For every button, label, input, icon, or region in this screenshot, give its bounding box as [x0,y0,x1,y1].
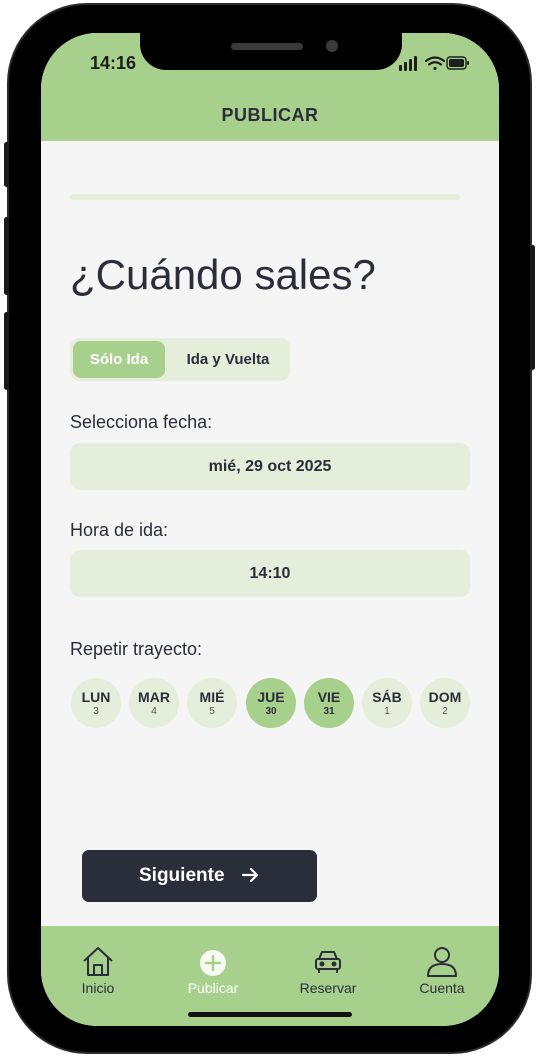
power-button [530,245,535,370]
tab-label: Inicio [81,980,115,996]
home-icon [83,947,113,976]
car-icon [315,951,341,973]
trip-type-one-way[interactable]: Sólo Ida [73,341,165,378]
day-name: LUN [81,689,111,705]
tab-label: Publicar [187,980,239,996]
day-name: MAR [138,689,170,705]
user-icon [427,947,457,977]
signal-icon [399,56,417,71]
day-mie[interactable]: MIÉ 5 [187,678,237,728]
day-number: 2 [442,706,448,717]
day-name: SÁB [372,689,402,705]
time-label: Hora de ida: [70,520,169,540]
home-indicator [188,1012,352,1017]
next-button[interactable]: Siguiente [82,850,317,902]
app-screen: 14:16 PUBLICAR ¿Cuándo sales? Sólo Ida I… [41,33,499,1026]
time-field[interactable]: 14:10 [70,550,470,597]
day-lun[interactable]: LUN 3 [71,678,121,728]
plus-circle-icon [200,950,226,976]
page-title: PUBLICAR [221,105,319,125]
front-camera [326,40,338,52]
trip-type-round-trip[interactable]: Ida y Vuelta [168,341,288,378]
tab-label: Reservar [299,980,357,996]
wifi-icon [424,56,446,71]
tab-publicar[interactable]: Publicar [168,944,258,996]
battery-icon [446,56,469,70]
repeat-days: LUN 3 MAR 4 MIÉ 5 JUE 30 VIE 31 SÁB 1 DO… [71,678,471,728]
arrow-right-icon [241,867,259,883]
tab-cuenta[interactable]: Cuenta [397,944,487,996]
day-sab[interactable]: SÁB 1 [362,678,412,728]
volume-up-button [4,217,9,295]
status-time: 14:16 [90,53,137,73]
tab-reservar[interactable]: Reservar [283,944,373,996]
day-number: 5 [209,706,215,717]
day-number: 1 [384,706,390,717]
notch [140,33,402,70]
day-number: 31 [323,706,335,717]
day-number: 30 [265,706,277,717]
day-dom[interactable]: DOM 2 [420,678,470,728]
day-name: VIE [317,689,341,705]
day-number: 3 [93,706,99,717]
day-mar[interactable]: MAR 4 [129,678,179,728]
progress-bar [70,194,460,200]
app-header: 14:16 PUBLICAR [41,33,499,141]
tab-inicio[interactable]: Inicio [53,944,143,996]
status-icons [399,56,469,71]
date-label: Selecciona fecha: [70,412,213,432]
silent-switch [4,142,9,187]
tab-label: Cuenta [419,980,465,996]
speaker-grille [231,43,303,50]
volume-down-button [4,312,9,390]
repeat-label: Repetir trayecto: [70,639,203,659]
day-name: DOM [428,689,462,705]
day-name: JUE [257,689,285,705]
day-name: MIÉ [199,689,225,705]
day-number: 4 [151,706,157,717]
day-jue[interactable]: JUE 30 [246,678,296,728]
day-vie[interactable]: VIE 31 [304,678,354,728]
bottom-tab-bar: Inicio Publicar Reservar Cuenta [41,926,499,1026]
trip-type-toggle: Sólo Ida Ida y Vuelta [70,338,290,381]
date-field[interactable]: mié, 29 oct 2025 [70,443,470,490]
question-heading: ¿Cuándo sales? [70,251,376,298]
next-button-label: Siguiente [139,865,225,886]
